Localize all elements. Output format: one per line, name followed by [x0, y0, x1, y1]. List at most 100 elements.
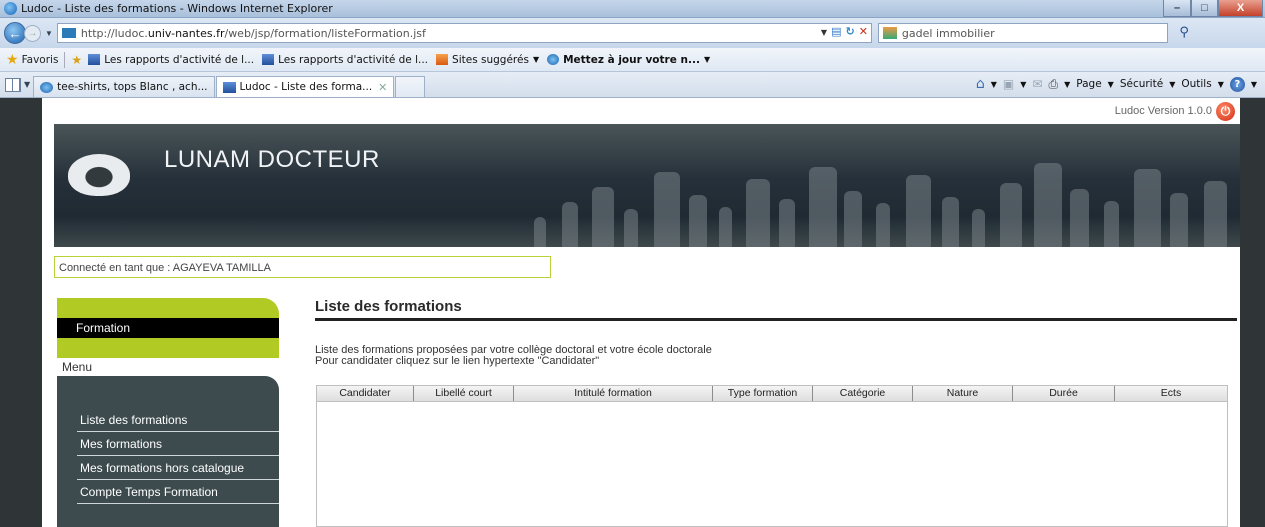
favorites-bar: ★ Favoris ★ Les rapports d'activité de l…: [0, 48, 1265, 72]
ie-icon: [547, 54, 560, 65]
chevron-down-icon[interactable]: ▼: [1108, 80, 1114, 89]
refresh-icon[interactable]: ↻: [845, 25, 854, 41]
logout-power-icon[interactable]: ⏻: [1216, 102, 1235, 121]
sidebar-item-liste-des-formations[interactable]: Liste des formations: [77, 408, 279, 432]
page-viewport: Ludoc Version 1.0.0 ⏻ LUNAM DOCTEUR Conn…: [0, 98, 1265, 527]
favorite-link-2[interactable]: Les rapports d'activité de l...: [262, 54, 428, 66]
help-icon[interactable]: ?: [1229, 76, 1245, 92]
column-header-candidater[interactable]: Candidater: [317, 386, 414, 401]
table-header: Candidater Libellé court Intitulé format…: [317, 386, 1227, 402]
sidebar-item-mes-formations[interactable]: Mes formations: [77, 432, 279, 456]
update-browser-link[interactable]: Mettez à jour votre n... ▼: [547, 54, 710, 66]
tab-bar: ▼ tee-shirts, tops Blanc , ach... Ludoc …: [0, 72, 1265, 98]
crowd-figure: [779, 199, 795, 247]
intro-text-line-2: Pour candidater cliquez sur le lien hype…: [315, 355, 600, 367]
formations-table: Candidater Libellé court Intitulé format…: [316, 385, 1228, 527]
search-provider-icon: [882, 27, 897, 39]
sidebar-item-hors-catalogue[interactable]: Mes formations hors catalogue: [77, 456, 279, 480]
tab-label: tee-shirts, tops Blanc , ach...: [57, 81, 208, 93]
close-button[interactable]: X: [1218, 0, 1263, 17]
favorites-star-icon[interactable]: ★: [6, 52, 19, 68]
column-header-ects[interactable]: Ects: [1115, 386, 1227, 401]
favorite-label: Les rapports d'activité de l...: [104, 53, 255, 66]
page-menu[interactable]: Page: [1076, 78, 1101, 90]
url-prefix: http://ludoc.: [80, 26, 148, 40]
back-button[interactable]: ←: [4, 22, 26, 44]
chevron-down-icon[interactable]: ▼: [1020, 80, 1026, 89]
favorites-button[interactable]: Favoris: [22, 54, 59, 66]
search-icon[interactable]: ⚲: [1179, 25, 1189, 40]
chevron-down-icon[interactable]: ▼: [1064, 80, 1070, 89]
crowd-figure: [1034, 163, 1062, 247]
version-row: Ludoc Version 1.0.0 ⏻: [42, 98, 1240, 124]
logo-eye-icon: [68, 154, 130, 196]
add-favorite-icon[interactable]: ★: [71, 53, 82, 67]
sidebar-menu-list: Liste des formations Mes formations Mes …: [77, 408, 279, 504]
crowd-figure: [1170, 193, 1188, 247]
crowd-figure: [906, 175, 931, 247]
tab-list-dropdown-icon[interactable]: ▼: [24, 80, 30, 89]
quick-tabs-icon[interactable]: [5, 78, 21, 92]
crowd-figure: [746, 179, 770, 247]
page-container: Ludoc Version 1.0.0 ⏻ LUNAM DOCTEUR Conn…: [42, 98, 1240, 527]
report-icon: [88, 54, 101, 65]
crowd-figure: [876, 203, 890, 247]
security-menu[interactable]: Sécurité: [1120, 78, 1163, 90]
logged-in-user: Connecté en tant que : AGAYEVA TAMILLA: [54, 256, 551, 278]
maximize-button[interactable]: □: [1191, 0, 1218, 17]
forward-button[interactable]: →: [24, 24, 41, 42]
url-tools: ▼ ▤ ↻ ✕: [821, 25, 868, 41]
tab-label: Ludoc - Liste des forma...: [239, 81, 373, 93]
crowd-figure: [1070, 189, 1089, 247]
site-favicon-icon: [61, 28, 76, 38]
mail-icon[interactable]: ✉: [1032, 77, 1042, 91]
chevron-down-icon[interactable]: ▼: [1169, 80, 1175, 89]
sidebar-menu-label: Menu: [57, 358, 262, 376]
column-header-libelle-court[interactable]: Libellé court: [414, 386, 514, 401]
search-input[interactable]: gadel immobilier ⚲: [877, 23, 1189, 43]
close-tab-icon[interactable]: ✕: [378, 81, 387, 94]
brand-title: LUNAM DOCTEUR: [164, 146, 380, 173]
minimize-button[interactable]: –: [1163, 0, 1191, 17]
sidebar-item-compte-temps[interactable]: Compte Temps Formation: [77, 480, 279, 504]
search-value: gadel immobilier: [901, 26, 995, 40]
column-header-categorie[interactable]: Catégorie: [813, 386, 913, 401]
window-controls: – □ X: [1163, 0, 1263, 17]
tab-tee-shirts[interactable]: tee-shirts, tops Blanc , ach...: [33, 76, 215, 97]
tab-ludoc[interactable]: Ludoc - Liste des forma... ✕: [215, 76, 395, 97]
crowd-figure: [972, 209, 985, 247]
compatibility-view-icon[interactable]: ▤: [831, 25, 841, 41]
sidebar: Formation Menu Liste des formations Mes …: [57, 298, 279, 527]
favorite-link-1[interactable]: Les rapports d'activité de l...: [88, 54, 254, 66]
column-header-type[interactable]: Type formation: [713, 386, 813, 401]
page-title: Liste des formations: [315, 298, 462, 315]
home-icon[interactable]: ⌂: [976, 76, 985, 92]
suggested-sites-button[interactable]: Sites suggérés ▼: [436, 54, 539, 66]
address-input[interactable]: http://ludoc. univ-nantes.fr/web/jsp/form…: [56, 23, 872, 43]
column-header-intitule[interactable]: Intitulé formation: [514, 386, 713, 401]
url-dropdown-icon[interactable]: ▼: [821, 25, 827, 41]
history-dropdown-icon[interactable]: ▼: [45, 29, 53, 38]
feeds-icon[interactable]: ▣: [1003, 77, 1014, 91]
ie-app-icon: [4, 2, 17, 15]
crowd-figure: [592, 187, 614, 247]
chevron-down-icon[interactable]: ▼: [1251, 80, 1257, 89]
crowd-figure: [654, 172, 680, 247]
crowd-figure: [942, 197, 959, 247]
stop-icon[interactable]: ✕: [859, 25, 868, 41]
new-tab-button[interactable]: [395, 76, 426, 97]
suggested-sites-icon: [436, 54, 449, 65]
window-titlebar: Ludoc - Liste des formations - Windows I…: [0, 0, 1265, 18]
window-title: Ludoc - Liste des formations - Windows I…: [21, 2, 333, 15]
column-header-nature[interactable]: Nature: [913, 386, 1013, 401]
crowd-figure: [809, 167, 837, 247]
crowd-figure: [719, 207, 732, 247]
site-favicon-icon: [222, 81, 236, 93]
title-divider: [315, 318, 1237, 321]
chevron-down-icon[interactable]: ▼: [1218, 80, 1224, 89]
column-header-duree[interactable]: Durée: [1013, 386, 1115, 401]
chevron-down-icon[interactable]: ▼: [991, 80, 997, 89]
chevron-down-icon: ▼: [532, 55, 540, 64]
print-icon[interactable]: ⎙: [1048, 77, 1058, 92]
tools-menu[interactable]: Outils: [1181, 78, 1211, 90]
